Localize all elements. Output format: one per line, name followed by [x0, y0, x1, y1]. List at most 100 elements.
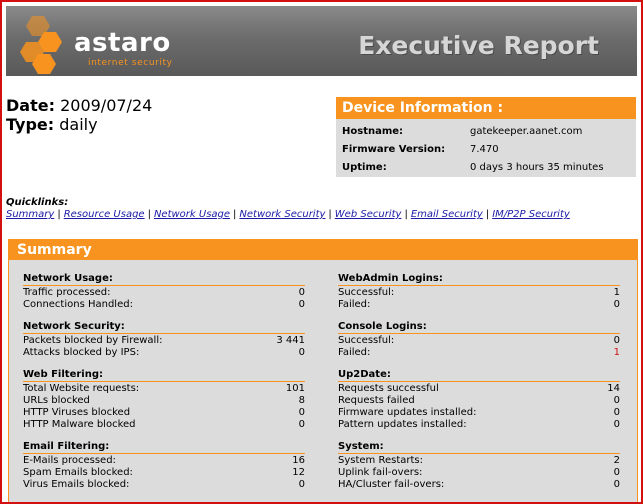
stat-value: 12: [292, 467, 305, 478]
device-row-label: Hostname:: [342, 125, 404, 137]
device-row-firmware: Firmware Version: 7.470: [336, 140, 604, 158]
stat-label: Firmware updates installed:: [338, 407, 477, 418]
stat-label: HTTP Malware blocked: [23, 419, 136, 430]
stat-row: Failed: 1: [338, 347, 620, 359]
quicklink-network-security[interactable]: Network Security: [239, 209, 325, 220]
section-title: Web Filtering:: [23, 368, 305, 382]
stat-value: 1: [613, 347, 620, 358]
stat-value: 0: [298, 347, 305, 358]
section-title: Console Logins:: [338, 320, 620, 334]
stat-label: Requests successful: [338, 383, 439, 394]
stat-value: 3 441: [276, 335, 305, 346]
stat-value: 2: [613, 455, 620, 466]
stat-row: HTTP Malware blocked 0: [23, 419, 305, 431]
summary-right-column: WebAdmin Logins: Successful: 1 Failed: 0 Cons…: [338, 272, 620, 500]
stat-row: E-Mails processed: 16: [23, 455, 305, 467]
separator: |: [404, 209, 408, 220]
quicklink-summary[interactable]: Summary: [6, 209, 54, 220]
stat-label: Packets blocked by Firewall:: [23, 335, 163, 346]
summary-section: Network Security: Packets blocked by Fire…: [23, 320, 305, 359]
summary-section: WebAdmin Logins: Successful: 1 Failed: 0: [338, 272, 620, 311]
stat-value: 0: [613, 479, 620, 490]
type-value: daily: [59, 115, 98, 134]
quicklinks-title: Quicklinks:: [6, 197, 69, 208]
stat-row: Traffic processed: 0: [23, 287, 305, 299]
stat-row: Total Website requests: 101: [23, 383, 305, 395]
stat-row: HTTP Viruses blocked 0: [23, 407, 305, 419]
stat-label: Successful:: [338, 287, 395, 298]
device-row-hostname: Hostname: gatekeeper.aanet.com: [336, 122, 604, 140]
device-row-value: gatekeeper.aanet.com: [470, 125, 583, 137]
quicklink-web-security[interactable]: Web Security: [335, 209, 402, 220]
stat-label: Failed:: [338, 299, 371, 310]
stat-label: Failed:: [338, 347, 371, 358]
device-row-label: Firmware Version:: [342, 143, 446, 155]
stat-row: Successful: 1: [338, 287, 620, 299]
stat-row: Uplink fail-overs: 0: [338, 467, 620, 479]
report-frame: astaro internet security Executive Repor…: [0, 0, 643, 504]
stat-value: 0: [298, 299, 305, 310]
stat-value: 0: [613, 407, 620, 418]
section-title: Up2Date:: [338, 368, 620, 382]
stat-label: Requests failed: [338, 395, 415, 406]
stat-value: 0: [298, 287, 305, 298]
quicklink-email-security[interactable]: Email Security: [411, 209, 483, 220]
stat-label: URLs blocked: [23, 395, 90, 406]
stat-value: 0: [298, 419, 305, 430]
stat-value: 0: [613, 299, 620, 310]
separator: |: [147, 209, 151, 220]
device-info-title: Device Information :: [336, 97, 636, 119]
summary-section: Up2Date: Requests successful 14 Requests fa…: [338, 368, 620, 431]
date-value: 2009/07/24: [60, 96, 153, 115]
summary-section: Web Filtering: Total Website requests: 101…: [23, 368, 305, 431]
stat-value: 16: [292, 455, 305, 466]
section-title: System:: [338, 440, 620, 454]
stat-label: System Restarts:: [338, 455, 423, 466]
summary-section: Console Logins: Successful: 0 Failed: 1: [338, 320, 620, 359]
section-title: WebAdmin Logins:: [338, 272, 620, 286]
device-row-value: 0 days 3 hours 35 minutes: [470, 161, 604, 173]
device-row-value: 7.470: [470, 143, 499, 155]
section-title: Email Filtering:: [23, 440, 305, 454]
quicklink-resource-usage[interactable]: Resource Usage: [64, 209, 145, 220]
date-label: Date:: [6, 96, 55, 115]
stat-row: Pattern updates installed: 0: [338, 419, 620, 431]
stat-value: 0: [613, 419, 620, 430]
summary-section: Network Usage: Traffic processed: 0 Connect…: [23, 272, 305, 311]
stat-label: Attacks blocked by IPS:: [23, 347, 140, 358]
stat-row: Firmware updates installed: 0: [338, 407, 620, 419]
page-title: Executive Report: [358, 31, 599, 60]
stat-label: Successful:: [338, 335, 395, 346]
separator: |: [328, 209, 332, 220]
summary-section: System: System Restarts: 2 Uplink fail-over…: [338, 440, 620, 491]
logo-tagline: internet security: [88, 58, 173, 68]
device-info-table: Hostname: gatekeeper.aanet.com Firmware …: [336, 122, 604, 176]
separator: |: [233, 209, 237, 220]
stat-value: 0: [298, 479, 305, 490]
stat-value: 1: [613, 287, 620, 298]
stat-value: 0: [613, 467, 620, 478]
device-row-label: Uptime:: [342, 161, 387, 173]
stat-label: Traffic processed:: [23, 287, 111, 298]
astaro-logo-icon: [20, 16, 62, 74]
separator: |: [57, 209, 61, 220]
stat-row: Spam Emails blocked: 12: [23, 467, 305, 479]
stat-label: Pattern updates installed:: [338, 419, 467, 430]
stat-row: System Restarts: 2: [338, 455, 620, 467]
stat-value: 0: [613, 335, 620, 346]
section-title: Network Security:: [23, 320, 305, 334]
stat-label: Connections Handled:: [23, 299, 133, 310]
quicklinks-bar: Summary | Resource Usage | Network Usage | Net…: [6, 209, 570, 220]
header-banner: astaro internet security Executive Repor…: [6, 6, 637, 76]
stat-value: 0: [613, 395, 620, 406]
quicklink-network-usage[interactable]: Network Usage: [154, 209, 230, 220]
stat-label: Spam Emails blocked:: [23, 467, 133, 478]
stat-label: Total Website requests:: [23, 383, 140, 394]
stat-row: Packets blocked by Firewall: 3 441: [23, 335, 305, 347]
report-meta: Date: 2009/07/24 Type: daily: [6, 96, 152, 134]
device-row-uptime: Uptime: 0 days 3 hours 35 minutes: [336, 158, 604, 176]
quicklink-im-p2p-security[interactable]: IM/P2P Security: [492, 209, 570, 220]
summary-left-column: Network Usage: Traffic processed: 0 Connect…: [23, 272, 305, 500]
stat-row: Failed: 0: [338, 299, 620, 311]
stat-row: HA/Cluster fail-overs: 0: [338, 479, 620, 491]
